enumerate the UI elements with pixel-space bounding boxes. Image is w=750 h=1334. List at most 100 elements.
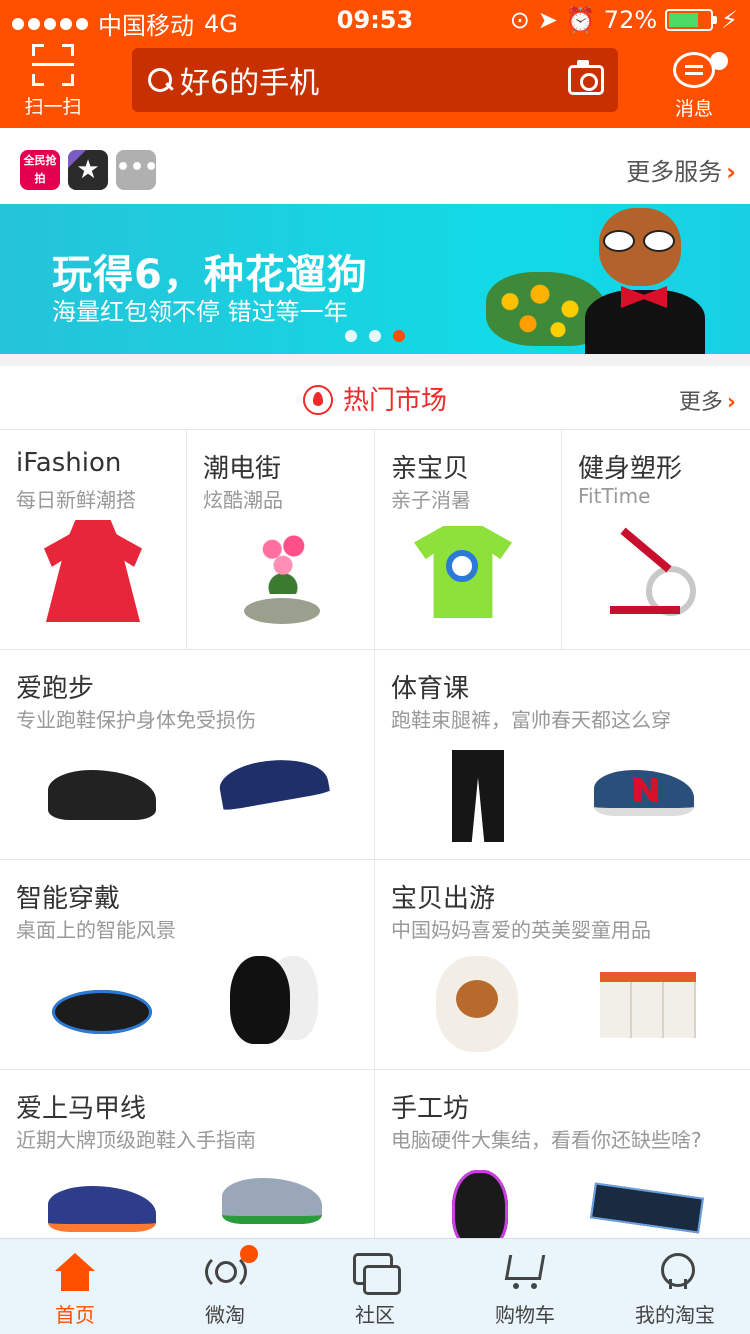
banner-subtitle: 海量红包领不停 错过等一年 (52, 298, 348, 326)
tab-weitao[interactable]: 微淘 (150, 1239, 300, 1334)
charging-icon: ⚡ (721, 6, 738, 34)
battery-fill (669, 13, 699, 27)
market-tile-qinbaobei[interactable]: 亲宝贝 亲子消暑 (375, 430, 562, 650)
alarm-icon: ⏰ (565, 6, 596, 34)
pager-dot[interactable] (369, 330, 381, 342)
market-tile-baby-travel[interactable]: 宝贝出游 中国妈妈喜爱的英美婴童用品 (375, 860, 750, 1070)
baby-food-cans-image (600, 972, 696, 1038)
battery-percent: 72% (603, 6, 658, 34)
scan-button[interactable]: 扫一扫 (20, 44, 86, 119)
rgb-mouse-image (452, 1170, 508, 1239)
tab-my-taobao[interactable]: 我的淘宝 (600, 1239, 750, 1334)
tile-subtitle: 中国妈妈喜爱的英美婴童用品 (391, 918, 651, 942)
tab-label: 社区 (355, 1303, 395, 1327)
cart-icon (503, 1253, 547, 1293)
tab-cart[interactable]: 购物车 (450, 1239, 600, 1334)
banner-pager[interactable] (345, 330, 405, 342)
tab-label: 首页 (55, 1303, 95, 1327)
grey-green-shoe-image (222, 1178, 322, 1224)
more-dots-icon[interactable]: ••• (116, 150, 158, 190)
market-tile-chaodianjie[interactable]: 潮电街 炫酷潮品 (187, 430, 375, 650)
weitao-badge-dot (240, 1245, 258, 1263)
floating-plant-image (256, 530, 310, 594)
camera-icon[interactable] (568, 60, 604, 95)
black-mouse-image (230, 956, 290, 1044)
messages-button[interactable]: 消息 (656, 48, 732, 121)
exercise-bike-image (606, 526, 698, 622)
battery-icon (665, 9, 718, 31)
tile-subtitle: 近期大牌顶级跑鞋入手指南 (16, 1128, 256, 1152)
tile-title: 亲宝贝 (391, 454, 470, 484)
hot-market-label: 热门市场 (342, 386, 447, 416)
top-bar: 中国移动 4G 09:53 ⊙ ➤ ⏰ 72% ⚡ 扫一扫 好6的手机 消息 (0, 0, 750, 128)
market-tile-ifashion[interactable]: iFashion 每日新鲜潮搭 (0, 430, 187, 650)
market-tile-running[interactable]: 爱跑步 专业跑鞋保护身体免受损伤 (0, 650, 375, 860)
tab-bar: 首页 微淘 社区 购物车 我的淘宝 (0, 1238, 750, 1334)
status-bar: 中国移动 4G 09:53 ⊙ ➤ ⏰ 72% ⚡ (0, 0, 750, 40)
tile-title: 宝贝出游 (391, 884, 496, 914)
home-icon (53, 1253, 97, 1293)
pager-dot[interactable] (345, 330, 357, 342)
keyboard-image (590, 1182, 704, 1234)
profile-icon (653, 1253, 697, 1293)
tile-title: 爱跑步 (16, 674, 95, 704)
hot-market-header: 热门市场 更多 › (0, 366, 750, 430)
market-tile-wearables[interactable]: 智能穿戴 桌面上的智能风景 (0, 860, 375, 1070)
tile-subtitle: 电脑硬件大集结，看看你还缺些啥? (391, 1128, 702, 1152)
more-services-link[interactable]: 更多服务 › (626, 152, 736, 187)
message-unread-dot (710, 52, 728, 70)
plant-base-image (244, 598, 320, 624)
tile-subtitle: 炫酷潮品 (203, 488, 283, 512)
tile-title: 健身塑形 (578, 454, 683, 484)
tab-home[interactable]: 首页 (0, 1239, 150, 1334)
tile-title: 爱上马甲线 (16, 1094, 147, 1124)
fire-icon (302, 385, 333, 415)
community-icon (353, 1253, 401, 1295)
jogger-pants-image (452, 750, 504, 842)
services-strip: 全民抢拍 ★ ••• 更多服务 › (0, 128, 750, 204)
blue-running-shoe-image (216, 751, 332, 819)
tile-title: 潮电街 (203, 454, 282, 484)
dog-image (585, 208, 705, 354)
location-icon: ➤ (537, 6, 558, 34)
gaming-mouse-image (52, 990, 152, 1034)
tile-title: 手工坊 (391, 1094, 470, 1124)
weitao-icon (203, 1253, 247, 1293)
tile-subtitle: 亲子消暑 (391, 488, 471, 512)
market-tile-abs[interactable]: 爱上马甲线 近期大牌顶级跑鞋入手指南 (0, 1070, 375, 1240)
blue-orange-shoe-image (48, 1186, 156, 1232)
red-dress-image (44, 520, 142, 622)
more-label: 更多 (678, 390, 723, 415)
search-placeholder: 好6的手机 (180, 66, 320, 101)
tile-subtitle: 专业跑鞋保护身体免受损伤 (16, 708, 256, 732)
sneaker-image (594, 770, 694, 816)
promo-banner[interactable]: 玩得6，种花遛狗 海量红包领不停 错过等一年 (0, 204, 750, 354)
tab-community[interactable]: 社区 (300, 1239, 450, 1334)
pager-dot[interactable] (393, 330, 405, 342)
plush-dog-image (436, 956, 518, 1052)
messages-label: 消息 (674, 98, 713, 120)
tile-subtitle: 桌面上的智能风景 (16, 918, 176, 942)
qiangpai-icon[interactable]: 全民抢拍 (20, 150, 60, 190)
search-icon (146, 66, 174, 94)
star-app-icon[interactable]: ★ (68, 150, 108, 190)
search-bar[interactable]: 好6的手机 (132, 48, 618, 112)
tile-subtitle: 每日新鲜潮搭 (16, 488, 136, 512)
tile-title: 体育课 (391, 674, 470, 704)
tshirt-eye-graphic (446, 550, 478, 582)
hot-market-more-link[interactable]: 更多 › (679, 384, 736, 416)
chevron-right-icon: › (726, 390, 736, 415)
market-tile-pe-class[interactable]: 体育课 跑鞋束腿裤，富帅春天都这么穿 (375, 650, 750, 860)
market-tile-workshop[interactable]: 手工坊 电脑硬件大集结，看看你还缺些啥? (375, 1070, 750, 1240)
tab-label: 购物车 (495, 1303, 555, 1327)
status-right: ⊙ ➤ ⏰ 72% ⚡ (510, 6, 738, 34)
scan-icon (32, 44, 74, 86)
tile-subtitle: FitTime (578, 484, 651, 508)
market-tile-fitness[interactable]: 健身塑形 FitTime (562, 430, 750, 650)
chevron-right-icon: › (726, 158, 736, 186)
scan-label: 扫一扫 (24, 96, 82, 118)
black-running-shoe-image (48, 770, 156, 820)
more-services-label: 更多服务 (626, 158, 723, 186)
tile-title: iFashion (16, 448, 122, 478)
tile-title: 智能穿戴 (16, 884, 121, 914)
